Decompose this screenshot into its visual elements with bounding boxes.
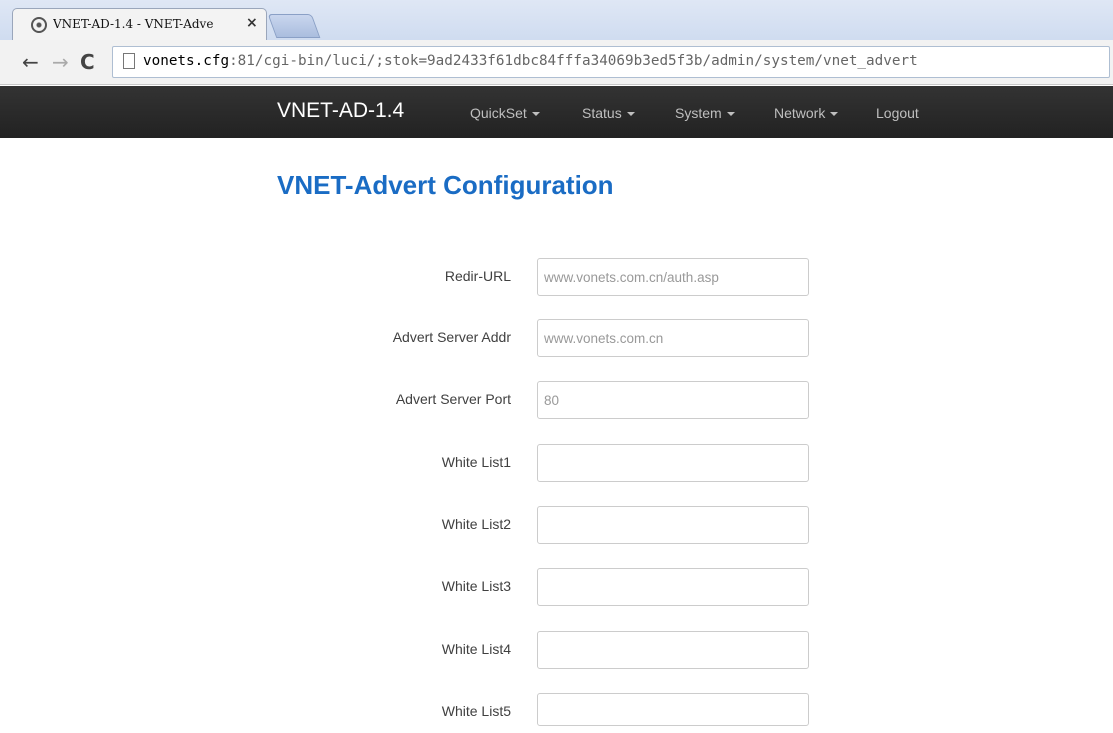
brand-logo-text[interactable]: VNET-AD-1.4	[277, 99, 404, 123]
page-icon	[123, 53, 135, 69]
menu-system-label: System	[675, 105, 722, 121]
reload-icon[interactable]: C	[80, 50, 95, 74]
advert-server-addr-label: Advert Server Addr	[392, 329, 511, 345]
menu-system[interactable]: System	[675, 105, 735, 121]
back-icon[interactable]: ←	[22, 50, 39, 74]
form-row-white-list1: White List1	[0, 444, 1113, 484]
caret-down-icon	[726, 112, 735, 117]
white-list1-label: White List1	[441, 454, 511, 470]
white-list3-label: White List3	[441, 578, 511, 594]
menu-status[interactable]: Status	[582, 105, 635, 121]
address-bar[interactable]: vonets.cfg:81/cgi-bin/luci/;stok=9ad2433…	[112, 46, 1110, 78]
advert-server-addr-input[interactable]	[537, 319, 809, 357]
browser-tab[interactable]: VNET-AD-1.4 - VNET-Adve ×	[12, 8, 267, 40]
advert-server-port-label: Advert Server Port	[395, 391, 511, 407]
redir-url-label: Redir-URL	[444, 268, 511, 284]
white-list4-label: White List4	[441, 641, 511, 657]
menu-quickset-label: QuickSet	[470, 105, 527, 121]
menu-status-label: Status	[582, 105, 622, 121]
menu-network-label: Network	[774, 105, 826, 121]
form-row-redir-url: Redir-URL	[0, 258, 1113, 298]
white-list5-label: White List5	[441, 703, 511, 719]
forward-icon[interactable]: →	[52, 50, 69, 74]
form-row-white-list5: White List5	[0, 693, 1113, 733]
form-row-white-list4: White List4	[0, 631, 1113, 671]
menu-quickset[interactable]: QuickSet	[470, 105, 540, 121]
tab-title: VNET-AD-1.4 - VNET-Adve	[53, 17, 214, 31]
menu-network[interactable]: Network	[774, 105, 839, 121]
url-host: vonets.cfg	[143, 53, 230, 69]
new-tab-button[interactable]	[267, 14, 321, 38]
browser-chrome: VNET-AD-1.4 - VNET-Adve × ← → C vonets.c…	[0, 0, 1113, 85]
white-list4-input[interactable]	[537, 631, 809, 669]
tab-close-icon[interactable]: ×	[246, 15, 258, 31]
white-list1-input[interactable]	[537, 444, 809, 482]
white-list2-label: White List2	[441, 516, 511, 532]
form-row-advert-server-port: Advert Server Port	[0, 381, 1113, 421]
white-list3-input[interactable]	[537, 568, 809, 606]
tab-strip: VNET-AD-1.4 - VNET-Adve ×	[0, 0, 1113, 40]
browser-toolbar: ← → C vonets.cfg:81/cgi-bin/luci/;stok=9…	[0, 40, 1113, 85]
white-list2-input[interactable]	[537, 506, 809, 544]
caret-down-icon	[830, 112, 839, 117]
form-row-advert-server-addr: Advert Server Addr	[0, 319, 1113, 359]
page-title: VNET-Advert Configuration	[277, 170, 614, 200]
favicon-icon	[31, 17, 47, 33]
menu-logout[interactable]: Logout	[876, 105, 919, 121]
top-navbar: VNET-AD-1.4 QuickSet Status System Netwo…	[0, 86, 1113, 138]
redir-url-input[interactable]	[537, 258, 809, 296]
url-text[interactable]: vonets.cfg:81/cgi-bin/luci/;stok=9ad2433…	[143, 53, 918, 69]
advert-server-port-input[interactable]	[537, 381, 809, 419]
form-row-white-list2: White List2	[0, 506, 1113, 546]
white-list5-input[interactable]	[537, 693, 809, 726]
url-path: :81/cgi-bin/luci/;stok=9ad2433f61dbc84ff…	[229, 53, 918, 69]
caret-down-icon	[531, 112, 540, 117]
caret-down-icon	[626, 112, 635, 117]
form-row-white-list3: White List3	[0, 568, 1113, 608]
